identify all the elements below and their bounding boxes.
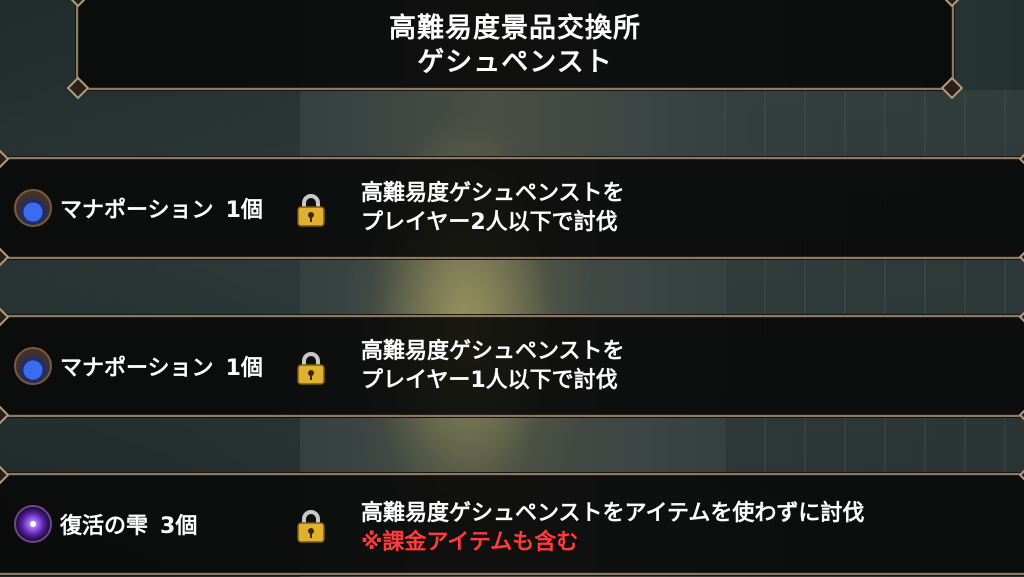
reward-row-2[interactable]: マナポーション 1個 高難易度ゲシュペンストを プレイヤー1人以下で討伐: [0, 305, 1024, 427]
condition-note: ※課金アイテムも含む: [361, 530, 579, 555]
condition-line: 高難易度ゲシュペンストを: [361, 339, 625, 364]
condition-line: プレイヤー2人以下で討伐: [361, 210, 618, 235]
condition-text: 高難易度ゲシュペンストを プレイヤー2人以下で討伐: [361, 179, 625, 237]
condition-text: 高難易度ゲシュペンストを プレイヤー1人以下で討伐: [361, 337, 625, 395]
page-subtitle: ゲシュペンスト: [417, 47, 613, 78]
title-panel: 高難易度景品交換所 ゲシュペンスト: [66, 0, 964, 100]
reward-item: マナポーション 1個: [14, 159, 263, 257]
condition-line: 高難易度ゲシュペンストを: [361, 181, 625, 206]
padlock-icon: [297, 510, 325, 543]
reward-name: マナポーション: [60, 198, 214, 223]
background-wall-right: [724, 90, 1024, 490]
reward-row-3[interactable]: 復活の雫 3個 高難易度ゲシュペンストをアイテムを使わずに討伐 ※課金アイテムも…: [0, 463, 1024, 575]
padlock-icon: [297, 194, 325, 227]
reward-item: マナポーション 1個: [14, 317, 263, 415]
padlock-icon: [297, 352, 325, 385]
mana-potion-icon: [14, 189, 52, 227]
condition-line: プレイヤー1人以下で討伐: [361, 368, 618, 393]
reward-quantity: 1個: [225, 198, 263, 223]
condition-line: 高難易度ゲシュペンストをアイテムを使わずに討伐: [361, 501, 865, 526]
condition-text: 高難易度ゲシュペンストをアイテムを使わずに討伐 ※課金アイテムも含む: [361, 499, 864, 557]
revival-drop-icon: [14, 505, 52, 543]
reward-quantity: 3個: [160, 514, 198, 539]
reward-name: 復活の雫: [60, 514, 149, 539]
reward-quantity: 1個: [225, 356, 263, 381]
mana-potion-icon: [14, 347, 52, 385]
reward-item: 復活の雫 3個: [14, 475, 197, 573]
reward-row-1[interactable]: マナポーション 1個 高難易度ゲシュペンストを プレイヤー2人以下で討伐: [0, 147, 1024, 269]
reward-name: マナポーション: [60, 356, 214, 381]
